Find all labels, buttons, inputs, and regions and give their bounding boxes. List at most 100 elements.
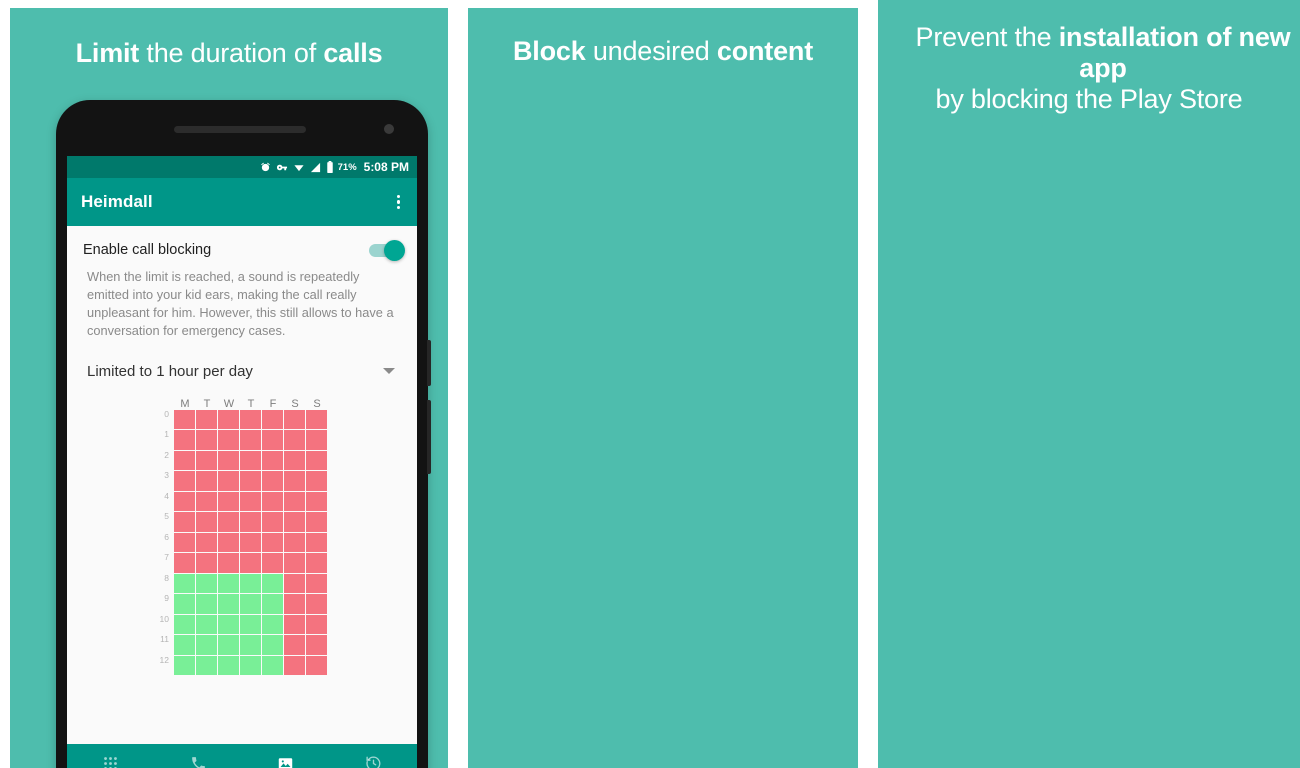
heatmap-cell[interactable]	[262, 471, 284, 492]
heatmap-cell[interactable]	[196, 614, 218, 636]
heatmap-cell[interactable]	[284, 532, 306, 554]
heatmap-cell[interactable]	[284, 430, 306, 451]
schedule-heatmap[interactable]: 0 1 2 3 4 5 6 7 8 9 10 11 12 MTWTFSS	[67, 390, 417, 681]
heatmap-cell[interactable]	[262, 532, 284, 554]
call-limit-spinner[interactable]: Limited to 1 hour per day	[67, 341, 417, 390]
heatmap-cell[interactable]	[306, 635, 328, 656]
heatmap-cell[interactable]	[262, 430, 284, 451]
heatmap-cell[interactable]	[174, 512, 196, 533]
heatmap-cell[interactable]	[240, 553, 262, 574]
heatmap-cell[interactable]	[218, 471, 240, 492]
heatmap-cell[interactable]	[306, 655, 328, 677]
heatmap-cell[interactable]	[240, 655, 262, 677]
heatmap-cell[interactable]	[262, 573, 284, 595]
heatmap-cell[interactable]	[218, 614, 240, 636]
heatmap-cell[interactable]	[174, 471, 196, 492]
heatmap-cell[interactable]	[284, 512, 306, 533]
heatmap-cell[interactable]	[240, 450, 262, 472]
heatmap-cell[interactable]	[262, 655, 284, 677]
heatmap-cell[interactable]	[218, 553, 240, 574]
heatmap-cell[interactable]	[284, 471, 306, 492]
nav-item-content[interactable]: Content	[242, 753, 330, 768]
heatmap-cell[interactable]	[306, 430, 328, 451]
heatmap-cell[interactable]	[240, 409, 262, 431]
heatmap-cell[interactable]	[218, 594, 240, 615]
enable-call-blocking-row[interactable]: Enable call blocking	[67, 226, 417, 266]
heatmap-cell[interactable]	[262, 512, 284, 533]
heatmap-cell[interactable]	[196, 491, 218, 513]
heatmap-cell[interactable]	[218, 491, 240, 513]
heatmap-cell[interactable]	[284, 409, 306, 431]
heatmap-cell[interactable]	[306, 471, 328, 492]
heatmap-cell[interactable]	[262, 553, 284, 574]
heatmap-cell[interactable]	[240, 471, 262, 492]
heatmap-cell[interactable]	[306, 409, 328, 431]
heatmap-cell[interactable]	[240, 614, 262, 636]
heatmap-cell[interactable]	[284, 573, 306, 595]
heatmap-cell[interactable]	[174, 409, 196, 431]
volume-button[interactable]	[427, 340, 431, 386]
heatmap-cell[interactable]	[174, 614, 196, 636]
heatmap-cell[interactable]	[196, 573, 218, 595]
heatmap-cell[interactable]	[218, 635, 240, 656]
overflow-menu-icon[interactable]	[394, 191, 403, 214]
heatmap-cell[interactable]	[196, 430, 218, 451]
nav-item-apps[interactable]: Apps	[67, 753, 155, 768]
enable-call-blocking-toggle[interactable]	[369, 239, 405, 261]
heatmap-cell[interactable]	[284, 491, 306, 513]
heatmap-cell[interactable]	[240, 635, 262, 656]
heatmap-cell[interactable]	[218, 450, 240, 472]
heatmap-cell[interactable]	[218, 532, 240, 554]
heatmap-cell[interactable]	[218, 409, 240, 431]
heatmap-cell[interactable]	[306, 594, 328, 615]
heatmap-cell[interactable]	[174, 594, 196, 615]
heatmap-cell[interactable]	[306, 491, 328, 513]
heatmap-cell[interactable]	[262, 614, 284, 636]
heatmap-cell[interactable]	[174, 430, 196, 451]
heatmap-cell[interactable]	[284, 655, 306, 677]
heatmap-cells[interactable]	[174, 409, 328, 677]
heatmap-cell[interactable]	[240, 532, 262, 554]
heatmap-cell[interactable]	[196, 655, 218, 677]
heatmap-cell[interactable]	[196, 635, 218, 656]
nav-item-logs[interactable]: Logs	[330, 753, 418, 768]
heatmap-cell[interactable]	[262, 635, 284, 656]
nav-item-calls[interactable]: Calls	[155, 753, 243, 768]
heatmap-cell[interactable]	[306, 532, 328, 554]
heatmap-cell[interactable]	[174, 450, 196, 472]
heatmap-cell[interactable]	[196, 553, 218, 574]
heatmap-cell[interactable]	[196, 512, 218, 533]
heatmap-cell[interactable]	[218, 655, 240, 677]
heatmap-cell[interactable]	[306, 512, 328, 533]
heatmap-cell[interactable]	[262, 450, 284, 472]
heatmap-cell[interactable]	[196, 450, 218, 472]
heatmap-cell[interactable]	[240, 512, 262, 533]
heatmap-cell[interactable]	[240, 573, 262, 595]
heatmap-cell[interactable]	[174, 491, 196, 513]
heatmap-cell[interactable]	[262, 409, 284, 431]
heatmap-cell[interactable]	[196, 409, 218, 431]
bottom-nav-1[interactable]: AppsCallsContentLogs	[67, 744, 417, 768]
heatmap-cell[interactable]	[196, 594, 218, 615]
power-button[interactable]	[427, 400, 431, 474]
heatmap-cell[interactable]	[174, 573, 196, 595]
heatmap-cell[interactable]	[284, 614, 306, 636]
heatmap-cell[interactable]	[284, 450, 306, 472]
heatmap-cell[interactable]	[174, 635, 196, 656]
heatmap-cell[interactable]	[306, 573, 328, 595]
heatmap-cell[interactable]	[306, 553, 328, 574]
heatmap-cell[interactable]	[240, 491, 262, 513]
heatmap-cell[interactable]	[284, 635, 306, 656]
heatmap-cell[interactable]	[174, 655, 196, 677]
heatmap-cell[interactable]	[262, 594, 284, 615]
heatmap-cell[interactable]	[196, 471, 218, 492]
heatmap-cell[interactable]	[306, 450, 328, 472]
heatmap-cell[interactable]	[196, 532, 218, 554]
heatmap-cell[interactable]	[240, 594, 262, 615]
heatmap-cell[interactable]	[306, 614, 328, 636]
heatmap-cell[interactable]	[218, 512, 240, 533]
heatmap-cell[interactable]	[284, 594, 306, 615]
heatmap-cell[interactable]	[218, 430, 240, 451]
heatmap-cell[interactable]	[262, 491, 284, 513]
heatmap-cell[interactable]	[240, 430, 262, 451]
